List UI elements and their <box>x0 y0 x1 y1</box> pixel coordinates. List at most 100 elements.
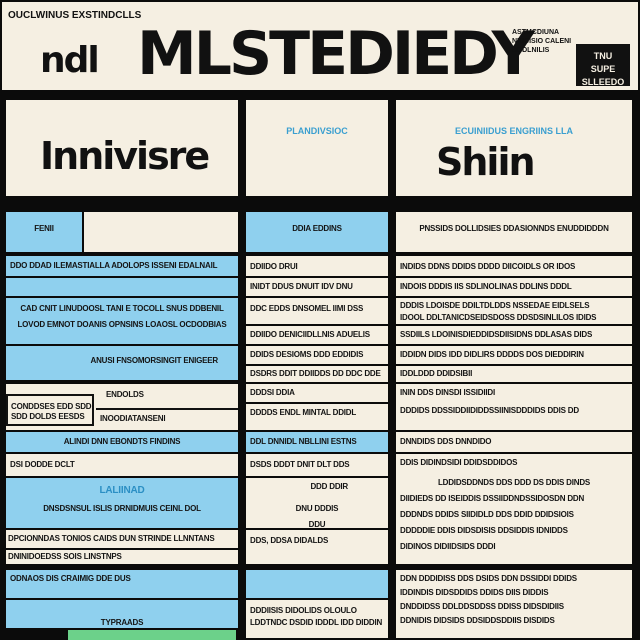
list-item[interactable]: INDIDS DDNS DDIDS DDDD DIICOIDLS OR IDOS <box>396 256 632 276</box>
middle-tab[interactable]: DDIA EDDINS <box>246 212 388 252</box>
header-stamp: TNU SUPE SLLEEDO <box>576 44 630 87</box>
list-item-text: DDNIDIS DIDSIDS DDSIDDSDDIIS DISDIDS <box>400 616 555 625</box>
list-item[interactable]: ALINDI DNN EBONDTS FINDINS <box>6 432 238 452</box>
list-item-text: INOODIATANSENI <box>100 414 166 423</box>
list-item-text: IDOOL DDLTANICDSEIDSDOSS DDSDSINLILOS ID… <box>400 313 597 322</box>
list-item-text: ENDOLDS <box>106 390 144 399</box>
list-item-text: DSDS DDDT DNIT DLT DDS <box>250 460 350 469</box>
list-item[interactable]: DDO DDAD ILEMASTIALLA ADOLOPS ISSENI EDA… <box>6 256 238 276</box>
list-item[interactable]: DDDSI DDIA <box>246 384 388 402</box>
list-item[interactable]: DDS, DDSA DIDALDS <box>246 530 388 564</box>
list-item-text: LDDTNDC DSDID IDDDL IDD DIDDIN <box>250 618 383 627</box>
list-item[interactable]: DDC EDDS DNSOMEL IIMI DSS <box>246 298 388 324</box>
list-item-text: IDDLDDD DDIDSIBII <box>400 369 473 378</box>
list-item[interactable]: DDIIDO DRUI <box>246 256 388 276</box>
list-item[interactable]: DDN DDDIDISS DDS DSIDS DDN DSSIDDI DDIDS… <box>396 570 632 638</box>
list-item[interactable]: DDL DNNIDL NBLLINI ESTNS <box>246 432 388 452</box>
right-heading-panel: ECUINIIDUS ENGRIINS LLA Shiin <box>396 100 632 196</box>
list-item[interactable]: DSDS DDDT DNIT DLT DDS <box>246 454 388 476</box>
list-item-text: DNU DDDIS <box>295 504 339 513</box>
left-tab[interactable]: FENII <box>6 212 82 252</box>
left-tab-spacer <box>84 212 238 252</box>
list-item-text: DIDINOS DIDIIDSIDS DDDI <box>400 542 496 551</box>
list-item-text: DNSDSNSUL ISLIS DRNIDMUIS CEINL DOL <box>43 504 201 513</box>
list-item-text: LOVOD EMNOT DOANIS OPNSINS LOAOSL OCDODB… <box>17 320 227 329</box>
stamp-line: SUPE <box>590 64 616 74</box>
left-tab-label: FENII <box>34 224 54 233</box>
list-item-text: DSI DODDE DCLT <box>10 460 75 469</box>
list-item[interactable]: ANUSI FNSOMORSINGIT ENIGEER <box>6 346 238 380</box>
stamp-line: SLLEEDO <box>581 77 625 87</box>
list-item-text: DPCIONNDAS TONIOS CAIDS DUN STRINDE LLNN… <box>8 534 215 543</box>
middle-tab-label: DDIA EDDINS <box>292 224 342 233</box>
list-item[interactable]: IDDIDN DIDS IDD DIDLIRS DDDDS DOS DIEDDI… <box>396 346 632 364</box>
list-item[interactable]: DDD DDIR DNU DDDIS DDU <box>246 478 388 528</box>
list-item-text: ININ DDS DINSDI ISSIDIIDI <box>400 388 496 397</box>
list-item[interactable]: DNNDIDS DDS DNNDIDO <box>396 432 632 452</box>
list-item-text: SDD DOLDS EESDS <box>11 412 85 421</box>
list-item-text: LDDIDSDDNDS DDS DDD DS DDIS DINDS <box>437 478 591 487</box>
list-item-text: INDIDS DDNS DDIDS DDDD DIICOIDLS OR IDOS <box>400 262 576 271</box>
list-item[interactable]: LALIINAD DNSDSNSUL ISLIS DRNIDMUIS CEINL… <box>6 478 238 528</box>
right-heading: Shiin <box>436 140 536 184</box>
list-item[interactable]: INDOIS DDDIS IIS SDLINOLINAS DDLINS DDDL <box>396 278 632 296</box>
left-heading: Innivisre <box>40 134 210 178</box>
list-item[interactable]: DSDRS DDIT DDIIDDS DD DDC DDE <box>246 366 388 382</box>
list-item[interactable]: DDDIS LDOISDE DDILTDLDDS NSSEDAE EIDLSEL… <box>396 298 632 324</box>
list-item[interactable]: TYPRAADS <box>6 600 238 628</box>
list-item-text: CONDDSES EDD SDD <box>11 402 92 411</box>
list-item-text: DDC EDDS DNSOMEL IIMI DSS <box>250 304 364 313</box>
list-item-text: DDDDS ENDL MINTAL DDIDL <box>250 408 357 417</box>
list-item-text: DNNDIDS DDS DNNDIDO <box>400 437 492 446</box>
list-item[interactable]: DDDIISIS DIDOLIDS OLOULO LDDTNDC DSDID I… <box>246 600 388 638</box>
list-item[interactable]: INIDT DDUS DNUIT IDV DNU <box>246 278 388 296</box>
list-item-text: DNDDIDSS DDLDDSDDSS DDISS DIDSDIDIIS <box>400 602 564 611</box>
list-item-text: DDN DDDIDISS DDS DSIDS DDN DSSIDDI DDIDS <box>400 574 577 583</box>
list-item-text: DDIIDO DRUI <box>250 262 298 271</box>
list-item[interactable]: ININ DDS DINSDI ISSIDIIDI DDDIDS DDSSIDD… <box>396 384 632 430</box>
list-item-text: DDIIDO DENICIIDLLNIS ADUELIS <box>250 330 370 339</box>
list-item[interactable] <box>6 278 238 296</box>
header-top-label: OUCLWINUS EXSTINDCLLS <box>8 10 142 21</box>
list-item[interactable]: DDDDS ENDL MINTAL DDIDL <box>246 404 388 430</box>
list-item[interactable]: SSDIILS LDOINISDIEDDIDSDIISIDNS DDLASAS … <box>396 326 632 344</box>
list-item-text: DDDSI DDIA <box>250 388 295 397</box>
list-item[interactable]: DSI DODDE DCLT <box>6 454 238 476</box>
list-item-text: DDDNDS DDIDS SIIDIDLD DDS DDID DDIDSIOIS <box>400 510 574 519</box>
list-item-text: DDDDDIE DDIS DIDSDISIS DDSIDDIS IDNIDDS <box>400 526 568 535</box>
list-item-text: DDDIISIS DIDOLIDS OLOULO <box>250 606 357 615</box>
list-item[interactable]: DPCIONNDAS TONIOS CAIDS DUN STRINDE LLNN… <box>6 530 238 548</box>
header-small-text: ndl <box>40 40 100 81</box>
list-item[interactable]: CAD CNIT LINUDOOSL TANI E TOCOLL SNUS DD… <box>6 298 238 344</box>
list-item-text: ANUSI FNSOMORSINGIT ENIGEER <box>90 356 219 365</box>
list-item[interactable]: DNINIDOEDSS SOIS LINSTNPS <box>6 550 238 564</box>
left-inner-box: CONDDSES EDD SDD SDD DOLDS EESDS <box>6 394 94 426</box>
header-right-text: ASTMCDIUNA NIUCISIO CALENI BDDLNILIS <box>512 29 572 54</box>
list-item-text: TYPRAADS <box>100 618 144 627</box>
left-inner-label: INOODIATANSENI <box>96 408 238 428</box>
list-item[interactable]: DDIS DIDINDSIDI DDIDSDDIDOS LDDIDSDDNDS … <box>396 454 632 564</box>
list-item[interactable] <box>246 570 388 598</box>
list-item[interactable]: IDDLDDD DDIDSIBII <box>396 366 632 382</box>
list-item[interactable]: ODNAOS DIS CRAIMIG DDE DUS <box>6 570 238 598</box>
list-item[interactable]: DDIDS DESIOMS DDD EDDIDIS <box>246 346 388 364</box>
list-item-text: IDDINDIS DIDSDDIDS DDIDS DIIS DIDDIS <box>400 588 549 597</box>
page-title: MLSTEDIEDY <box>137 19 535 89</box>
list-item-text: DIIDIEDS DD ISEIDDIS DSSIIDDNDSSIDOSDN D… <box>400 494 585 503</box>
green-bar <box>68 630 236 640</box>
list-item-text: DDDIDS DDSSIDDIIDIDDSSIINISDDDIDS DDIS D… <box>400 406 579 415</box>
list-item-link[interactable]: LALIINAD <box>6 478 238 496</box>
list-item[interactable]: DDIIDO DENICIIDLLNIS ADUELIS <box>246 326 388 344</box>
middle-heading-panel: PLANDIVSIOC <box>246 100 388 196</box>
list-item-text: DDO DDAD ILEMASTIALLA ADOLOPS ISSENI EDA… <box>10 261 218 270</box>
right-heading-label: ECUINIIDUS ENGRIINS LLA <box>454 126 573 136</box>
header-banner: OUCLWINUS EXSTINDCLLS ndl MLSTEDIEDY AST… <box>2 2 638 90</box>
list-item-text: INDOIS DDDIS IIS SDLINOLINAS DDLINS DDDL <box>400 282 572 291</box>
right-tab-label: PNSSIDS DOLLIDSIES DDASIONNDS ENUDDIDDDN <box>419 224 609 233</box>
list-item-text: DDS, DDSA DIDALDS <box>250 536 329 545</box>
list-item-text: DDD DDIR <box>310 482 348 491</box>
list-item-text: IDDIDN DIDS IDD DIDLIRS DDDDS DOS DIEDDI… <box>400 350 584 359</box>
list-item-text: DSDRS DDIT DDIIDDS DD DDC DDE <box>250 369 381 378</box>
list-item-text: DDL DNNIDL NBLLINI ESTNS <box>250 437 357 446</box>
right-tab[interactable]: PNSSIDS DOLLIDSIES DDASIONNDS ENUDDIDDDN <box>396 212 632 252</box>
